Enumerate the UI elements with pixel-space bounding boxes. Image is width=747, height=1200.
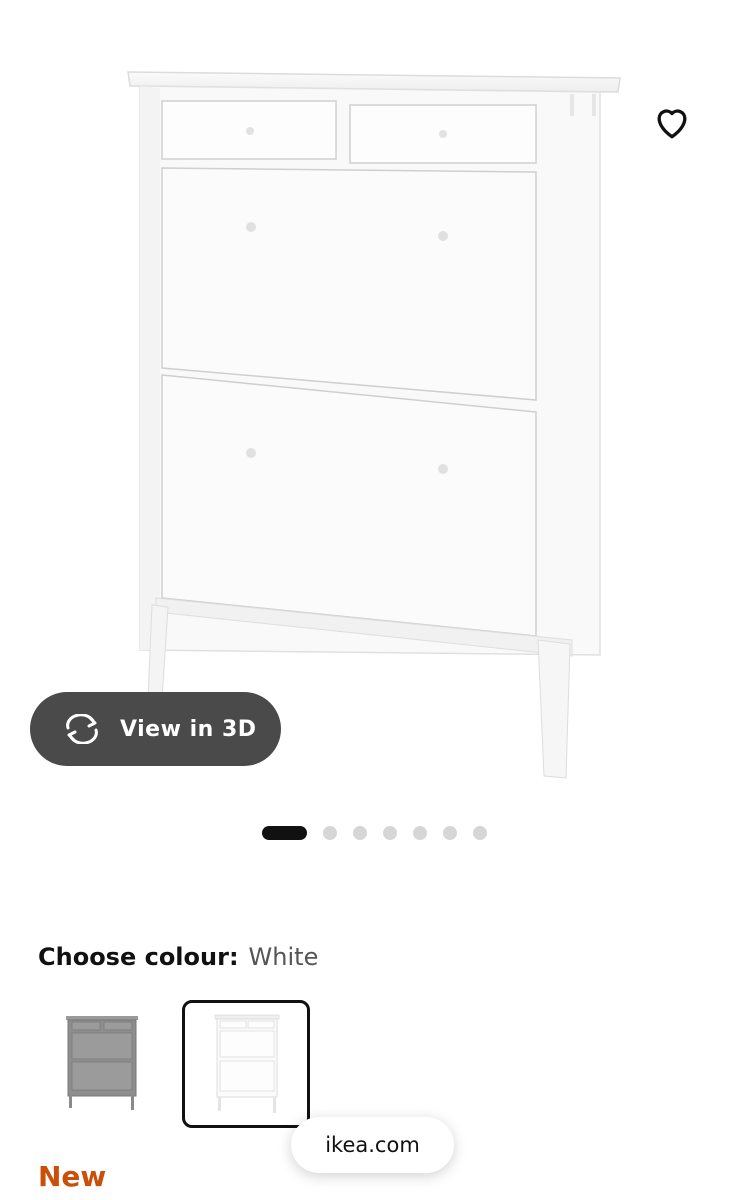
view-in-3d-label: View in 3D xyxy=(120,716,257,742)
colour-selected-value: White xyxy=(248,943,319,971)
rotate-3d-icon xyxy=(66,714,98,744)
colour-swatch-white[interactable] xyxy=(182,1000,310,1128)
new-badge: New xyxy=(38,1160,107,1193)
carousel-dot-3[interactable] xyxy=(353,826,367,840)
colour-swatch-grey[interactable] xyxy=(40,1000,168,1128)
product-image[interactable] xyxy=(0,0,747,800)
shoe-cabinet-illustration xyxy=(127,71,621,779)
carousel-dot-2[interactable] xyxy=(323,826,337,840)
carousel-dot-7[interactable] xyxy=(473,826,487,840)
view-in-3d-button[interactable]: View in 3D xyxy=(30,692,281,766)
heart-outline-icon xyxy=(657,109,687,139)
browser-url-pill[interactable]: ikea.com xyxy=(291,1117,454,1173)
colour-label: Choose colour: xyxy=(38,943,239,971)
colour-chooser-heading: Choose colour: White xyxy=(38,943,318,971)
white-cabinet-thumbnail xyxy=(214,1014,280,1113)
carousel-dot-5[interactable] xyxy=(413,826,427,840)
browser-url-text: ikea.com xyxy=(325,1133,420,1157)
grey-cabinet-thumbnail xyxy=(66,1016,138,1110)
carousel-dot-6[interactable] xyxy=(443,826,457,840)
carousel-dot-1[interactable] xyxy=(262,826,307,840)
carousel-dot-4[interactable] xyxy=(383,826,397,840)
favorite-button[interactable] xyxy=(650,100,694,144)
image-carousel-pagination[interactable] xyxy=(262,826,487,840)
